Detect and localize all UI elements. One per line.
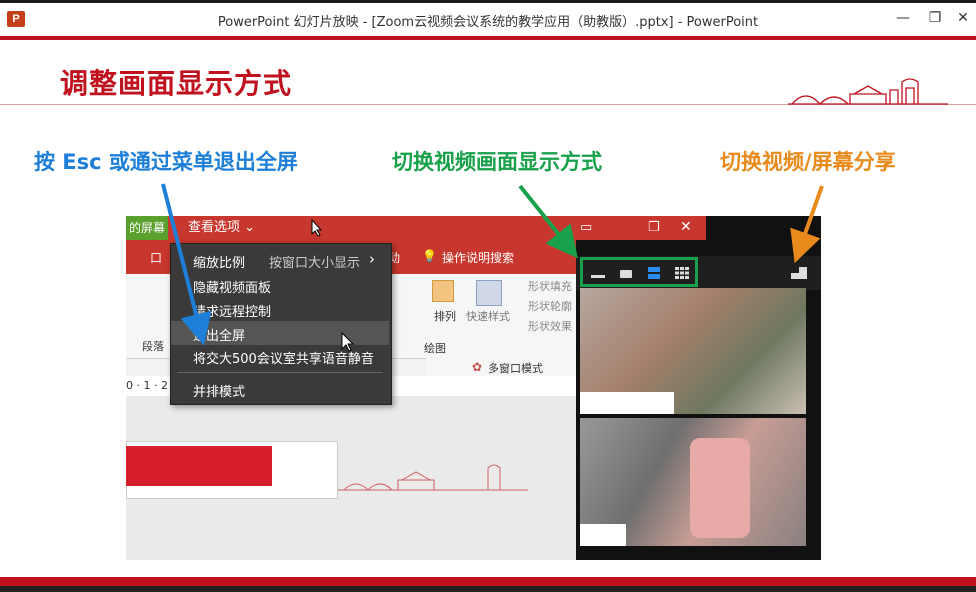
mouse-cursor-icon bbox=[341, 331, 355, 352]
annotation-arrows bbox=[161, 183, 824, 352]
mouse-cursor-icon bbox=[311, 218, 323, 237]
taskbar-edge bbox=[0, 586, 976, 592]
arrow-to-view-switcher bbox=[518, 184, 578, 259]
arrow-to-exit-fullscreen bbox=[161, 183, 212, 346]
arrow-to-share-toggle bbox=[790, 185, 824, 264]
